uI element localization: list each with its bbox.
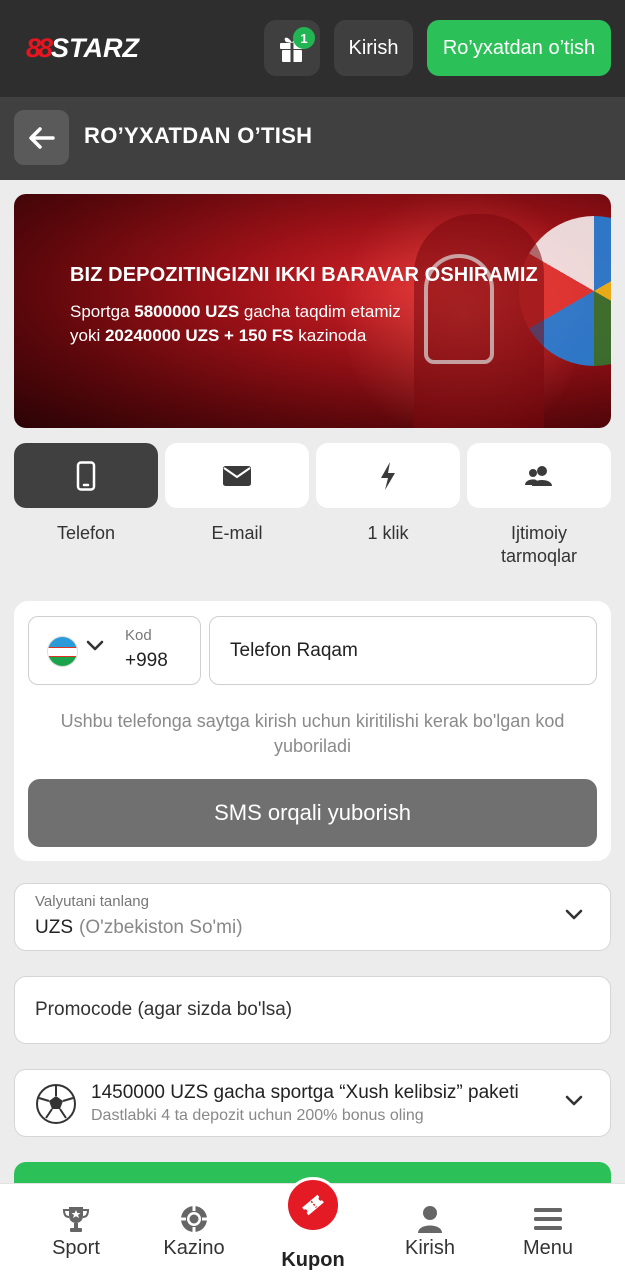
banner-sport-offer: Sportga 5800000 UZS gacha taqdim etamiz (70, 302, 401, 321)
tab-social-label: Ijtimoiy tarmoqlar (500, 523, 578, 566)
nav-kazino[interactable]: Kazino (139, 1184, 249, 1280)
logo-prefix: 88 (26, 32, 53, 63)
nav-kirish[interactable]: Kirish (375, 1184, 485, 1280)
tab-email-label: E-mail (211, 523, 263, 543)
nav-kirish-label: Kirish (404, 1237, 455, 1259)
envelope-icon (223, 465, 251, 486)
nav-kupon-label: Kupon (281, 1249, 345, 1271)
logo-text: STARZ (51, 32, 140, 63)
register-button[interactable]: Ro’yxatdan o’tish (427, 20, 611, 76)
page-titlebar: RO’YXATDAN O’TISH (0, 97, 625, 180)
users-icon (525, 465, 552, 486)
banner-headline: BIZ DEPOZITINGIZNI IKKI BARAVAR OSHIRAMI… (70, 264, 538, 286)
bonus-select[interactable]: 1450000 UZS gacha sportga “Xush kelibsiz… (14, 1069, 611, 1137)
user-icon (418, 1206, 442, 1233)
code-label: Kod (125, 627, 152, 644)
currency-value: UZS (O'zbekiston So'mi) (35, 917, 243, 938)
arrow-left-icon (28, 126, 55, 149)
phone-number-input[interactable]: Telefon Raqam (209, 616, 597, 685)
ticket-icon (302, 1194, 324, 1216)
gift-count-badge: 1 (293, 27, 315, 49)
bottom-navigation: Sport Kazino Kupon Kirish Menu (0, 1177, 625, 1280)
code-value: +998 (125, 650, 168, 671)
chevron-down-icon (565, 909, 583, 920)
tab-phone-label: Telefon (56, 523, 116, 543)
nav-sport-label: Sport (52, 1237, 100, 1259)
nav-menu-label: Menu (522, 1237, 574, 1259)
sms-hint-text: Ushbu telefonga saytga kirish uchun kiri… (60, 711, 565, 756)
lightning-icon (381, 461, 395, 490)
promo-banner[interactable]: BIZ DEPOZITINGIZNI IKKI BARAVAR OSHIRAMI… (14, 194, 611, 428)
banner-casino-offer: yoki 20240000 UZS + 150 FS kazinoda (70, 326, 367, 345)
nav-kazino-label: Kazino (163, 1237, 225, 1259)
back-button[interactable] (14, 110, 69, 165)
send-sms-button[interactable]: SMS orqali yuborish (28, 779, 597, 847)
nav-menu[interactable]: Menu (493, 1184, 603, 1280)
gift-button[interactable]: 1 (264, 20, 320, 76)
logo[interactable]: 88 STARZ (26, 30, 139, 66)
currency-select[interactable]: Valyutani tanlang UZS (O'zbekiston So'mi) (14, 883, 611, 951)
promocode-input[interactable]: Promocode (agar sizda bo'lsa) (14, 976, 611, 1044)
hamburger-menu-icon (534, 1208, 562, 1230)
tab-one-click-label: 1 klik (367, 523, 409, 543)
page-title: RO’YXATDAN O’TISH (84, 123, 313, 148)
country-code-select[interactable]: Kod +998 (28, 616, 201, 685)
chevron-down-icon (565, 1095, 583, 1106)
bonus-subtitle: Dastlabki 4 ta depozit uchun 200% bonus … (91, 1107, 424, 1124)
phone-form-card: Kod +998 Telefon Raqam Ushbu telefonga s… (14, 601, 611, 861)
tab-one-click[interactable] (316, 443, 460, 508)
top-header: 88 STARZ 1 Kirish Ro’yxatdan o’tish (0, 0, 625, 97)
chevron-down-icon (86, 640, 104, 651)
nav-kupon-button[interactable] (285, 1177, 341, 1233)
login-button[interactable]: Kirish (334, 20, 413, 76)
uzbekistan-flag-icon (47, 636, 78, 667)
tab-phone[interactable] (14, 443, 158, 508)
casino-chip-icon (181, 1206, 207, 1232)
nav-sport[interactable]: Sport (21, 1184, 131, 1280)
currency-label: Valyutani tanlang (35, 893, 149, 910)
soccer-ball-icon (36, 1084, 76, 1124)
phone-icon (76, 460, 96, 491)
bonus-title: 1450000 UZS gacha sportga “Xush kelibsiz… (91, 1082, 519, 1103)
tab-social[interactable] (467, 443, 611, 508)
tab-email[interactable] (165, 443, 309, 508)
trophy-icon (62, 1207, 90, 1232)
